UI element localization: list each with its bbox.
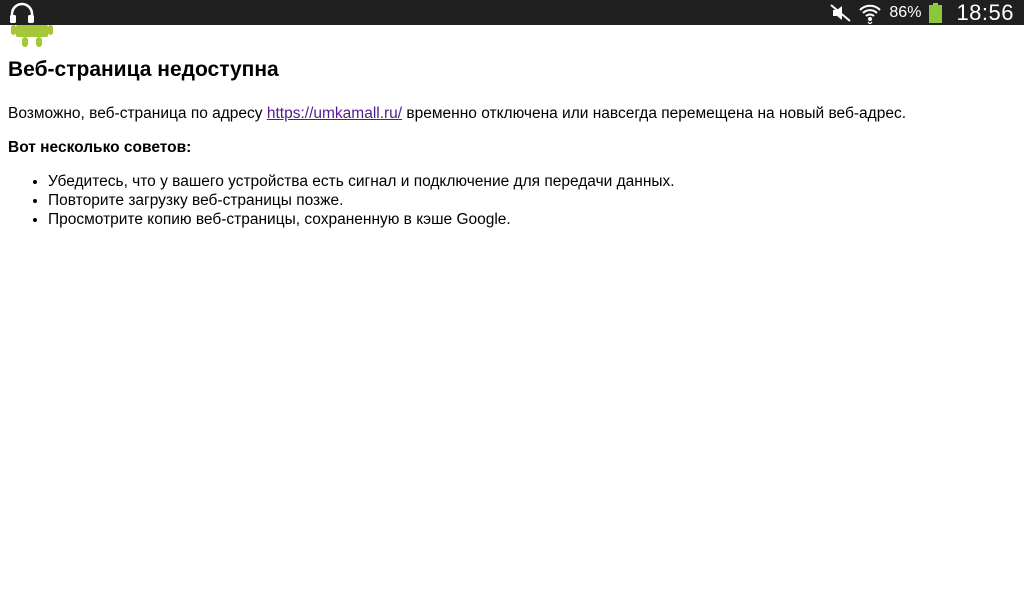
list-item: Просмотрите копию веб-страницы, сохранен…: [48, 210, 1008, 229]
intro-after: временно отключена или навсегда перемеще…: [402, 105, 906, 122]
error-page: Веб-страница недоступна Возможно, веб-ст…: [8, 50, 1008, 229]
tips-title: Вот несколько советов:: [8, 139, 192, 156]
status-bar: 86% 18:56: [0, 0, 1024, 25]
wifi-icon: [859, 2, 882, 24]
headphones-icon: [8, 2, 36, 24]
page-title: Веб-страница недоступна: [8, 58, 279, 81]
tips-list: Убедитесь, что у вашего устройства есть …: [8, 172, 1008, 229]
intro-before: Возможно, веб-страница по адресу: [8, 105, 267, 122]
battery-icon: [929, 2, 943, 23]
status-icons: 86% 18:56: [829, 0, 1014, 25]
list-item: Убедитесь, что у вашего устройства есть …: [48, 172, 1008, 191]
battery-percent: 86%: [889, 3, 922, 21]
intro-text: Возможно, веб-страница по адресу https:/…: [8, 104, 1008, 124]
url-link[interactable]: https://umkamall.ru/: [267, 105, 402, 122]
mute-icon: [829, 3, 853, 23]
android-logo-icon: [8, 25, 58, 49]
list-item: Повторите загрузку веб-страницы позже.: [48, 191, 1008, 210]
clock: 18:56: [956, 0, 1014, 25]
